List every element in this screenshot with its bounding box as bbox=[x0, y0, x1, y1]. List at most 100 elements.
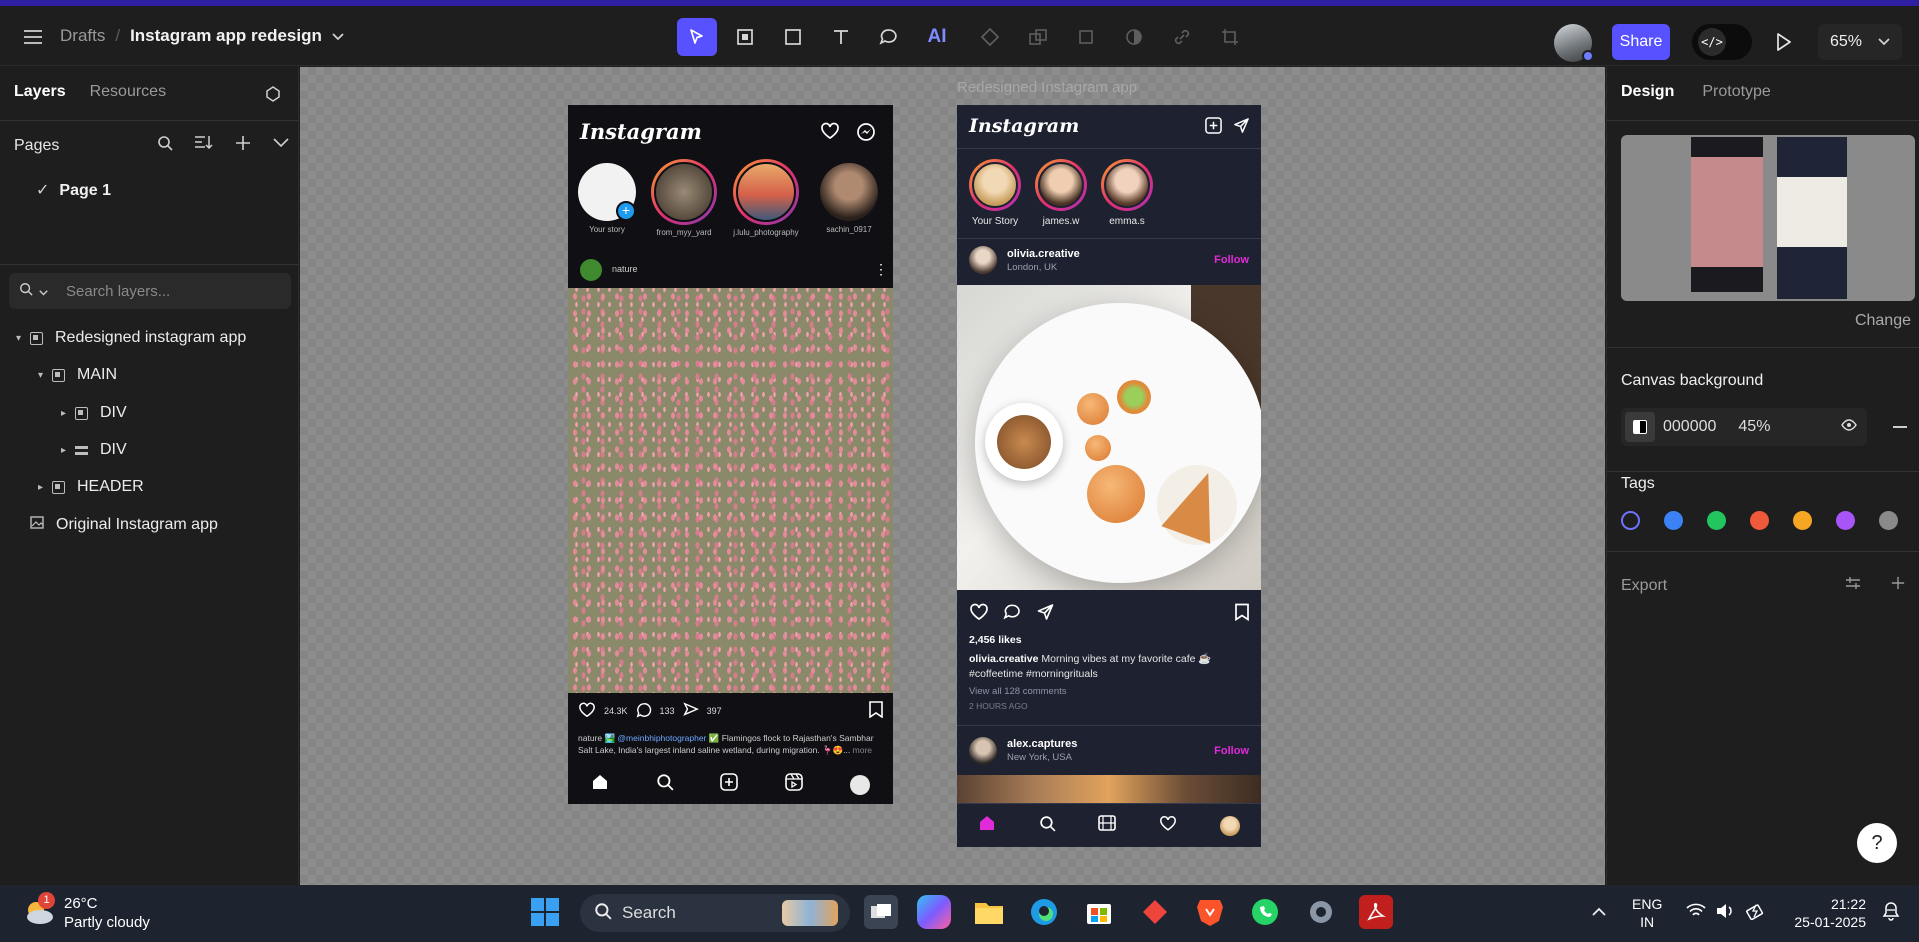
profile-avatar-icon[interactable] bbox=[849, 774, 870, 795]
edge-browser-icon[interactable] bbox=[1027, 895, 1061, 929]
play-icon[interactable] bbox=[1772, 28, 1796, 56]
search-icon[interactable] bbox=[157, 135, 173, 156]
tab-layers[interactable]: Layers bbox=[14, 83, 66, 101]
windows-start-icon[interactable] bbox=[528, 895, 562, 929]
home-icon[interactable] bbox=[591, 773, 609, 796]
heart-icon[interactable] bbox=[820, 122, 840, 145]
redesigned-instagram-frame[interactable]: Instagram Your Story james.w emma.s oliv… bbox=[957, 105, 1261, 847]
export-settings-icon[interactable] bbox=[1845, 576, 1861, 595]
taskbar-search[interactable]: Search bbox=[580, 894, 850, 932]
color-swatch[interactable] bbox=[1625, 412, 1655, 442]
rectangle-tool-icon[interactable] bbox=[773, 18, 813, 56]
layers-search-input[interactable]: Search layers... bbox=[9, 273, 291, 309]
follow-button[interactable]: Follow bbox=[1214, 745, 1249, 757]
search-icon[interactable] bbox=[656, 773, 674, 796]
story-item[interactable]: j.lulu_photography bbox=[724, 159, 808, 237]
transform-icon[interactable] bbox=[1066, 18, 1106, 56]
copilot-icon[interactable] bbox=[917, 895, 951, 929]
acrobat-icon[interactable] bbox=[1359, 895, 1393, 929]
caption-more[interactable]: more bbox=[853, 745, 872, 755]
wifi-icon[interactable] bbox=[1686, 903, 1706, 924]
frame-tool-icon[interactable] bbox=[725, 18, 765, 56]
eye-icon[interactable] bbox=[1841, 418, 1857, 436]
send-icon[interactable] bbox=[682, 701, 699, 720]
home-icon[interactable] bbox=[978, 814, 996, 837]
microsoft-store-icon[interactable] bbox=[1082, 895, 1116, 929]
story-item[interactable]: james.w bbox=[1031, 159, 1091, 227]
text-tool-icon[interactable] bbox=[821, 18, 861, 56]
layer-item[interactable]: ▾ MAIN bbox=[38, 362, 117, 388]
layer-item[interactable]: ▸ DIV bbox=[61, 437, 127, 463]
comment-tool-icon[interactable] bbox=[869, 18, 909, 56]
tag-color-orange[interactable] bbox=[1793, 511, 1812, 530]
tag-color-blue[interactable] bbox=[1664, 511, 1683, 530]
settings-gear-icon[interactable] bbox=[1304, 895, 1338, 929]
clock[interactable]: 21:22 25-01-2025 bbox=[1790, 895, 1866, 931]
move-tool-icon[interactable] bbox=[677, 18, 717, 56]
tab-design[interactable]: Design bbox=[1621, 83, 1674, 101]
send-icon[interactable] bbox=[1036, 603, 1055, 626]
zoom-dropdown[interactable]: 65% bbox=[1818, 24, 1902, 60]
whatsapp-icon[interactable] bbox=[1248, 895, 1282, 929]
notification-bell-icon[interactable] bbox=[1882, 901, 1900, 926]
dev-mode-toggle[interactable]: </> bbox=[1692, 24, 1752, 60]
canvas-background-field[interactable]: 000000 45% bbox=[1621, 408, 1867, 446]
user-avatar[interactable] bbox=[1554, 24, 1594, 62]
remove-icon[interactable] bbox=[1893, 426, 1907, 428]
share-button[interactable]: Share bbox=[1612, 24, 1670, 60]
story-item[interactable]: + Your story bbox=[576, 163, 638, 234]
language-indicator[interactable]: ENG IN bbox=[1632, 895, 1662, 931]
volume-icon[interactable] bbox=[1716, 903, 1736, 924]
tag-color-green[interactable] bbox=[1707, 511, 1726, 530]
layer-item[interactable]: ▾ Redesigned instagram app bbox=[16, 325, 246, 351]
heart-icon[interactable] bbox=[1159, 815, 1177, 837]
send-icon[interactable] bbox=[1233, 117, 1250, 139]
breadcrumb-drafts[interactable]: Drafts bbox=[60, 26, 105, 46]
story-item[interactable]: emma.s bbox=[1097, 159, 1157, 227]
story-item[interactable]: from_myy_yard bbox=[648, 159, 720, 237]
sort-icon[interactable] bbox=[195, 135, 213, 156]
libraries-icon[interactable] bbox=[262, 83, 284, 105]
help-button[interactable]: ? bbox=[1857, 823, 1897, 863]
add-export-icon[interactable] bbox=[1891, 576, 1905, 595]
frame-label[interactable]: Redesigned Instagram app bbox=[957, 79, 1137, 96]
heart-icon[interactable] bbox=[969, 603, 989, 626]
tab-prototype[interactable]: Prototype bbox=[1702, 83, 1770, 101]
reels-icon[interactable] bbox=[785, 773, 803, 796]
chevron-up-icon[interactable] bbox=[1592, 903, 1606, 921]
brave-browser-icon[interactable] bbox=[1193, 895, 1227, 929]
add-page-icon[interactable] bbox=[235, 135, 251, 156]
anydesk-icon[interactable] bbox=[1138, 895, 1172, 929]
bg-opacity-value[interactable]: 45% bbox=[1738, 418, 1770, 436]
crop-icon[interactable] bbox=[1210, 18, 1250, 56]
reels-icon[interactable] bbox=[1098, 815, 1117, 836]
add-story-icon[interactable]: + bbox=[616, 201, 636, 221]
tab-resources[interactable]: Resources bbox=[90, 83, 166, 101]
task-view-icon[interactable] bbox=[864, 895, 898, 929]
weather-icon[interactable]: 1 bbox=[22, 892, 56, 929]
tag-color-red[interactable] bbox=[1750, 511, 1769, 530]
menu-icon[interactable] bbox=[22, 26, 44, 48]
caption-mention[interactable]: @meinbhiphotographer bbox=[617, 733, 706, 743]
battery-charging-icon[interactable] bbox=[1746, 902, 1766, 925]
tag-color-none[interactable] bbox=[1621, 511, 1640, 530]
tag-color-gray[interactable] bbox=[1879, 511, 1898, 530]
follow-button[interactable]: Follow bbox=[1214, 254, 1249, 266]
comment-icon[interactable] bbox=[636, 702, 652, 720]
component-icon[interactable] bbox=[970, 18, 1010, 56]
file-name[interactable]: Instagram app redesign bbox=[130, 26, 322, 46]
collapse-icon[interactable] bbox=[273, 135, 289, 156]
comment-icon[interactable] bbox=[1003, 603, 1022, 626]
avatar[interactable] bbox=[969, 246, 997, 274]
caret-down-icon[interactable]: ▾ bbox=[16, 333, 30, 344]
original-instagram-frame[interactable]: Instagram + Your story from_myy_yard j.l… bbox=[568, 105, 893, 804]
add-post-icon[interactable] bbox=[1205, 117, 1222, 139]
file-explorer-icon[interactable] bbox=[972, 895, 1006, 929]
caption-user[interactable]: olivia.creative bbox=[969, 653, 1038, 665]
story-item[interactable]: Your Story bbox=[965, 159, 1025, 227]
layer-item[interactable]: ▸ DIV bbox=[61, 400, 127, 426]
layer-item[interactable]: ▸ HEADER bbox=[38, 474, 144, 500]
design-canvas[interactable]: Redesigned Instagram app Instagram + You… bbox=[300, 67, 1605, 885]
bg-hex-value[interactable]: 000000 bbox=[1663, 418, 1716, 436]
page-item-page1[interactable]: ✓ Page 1 bbox=[36, 180, 111, 200]
